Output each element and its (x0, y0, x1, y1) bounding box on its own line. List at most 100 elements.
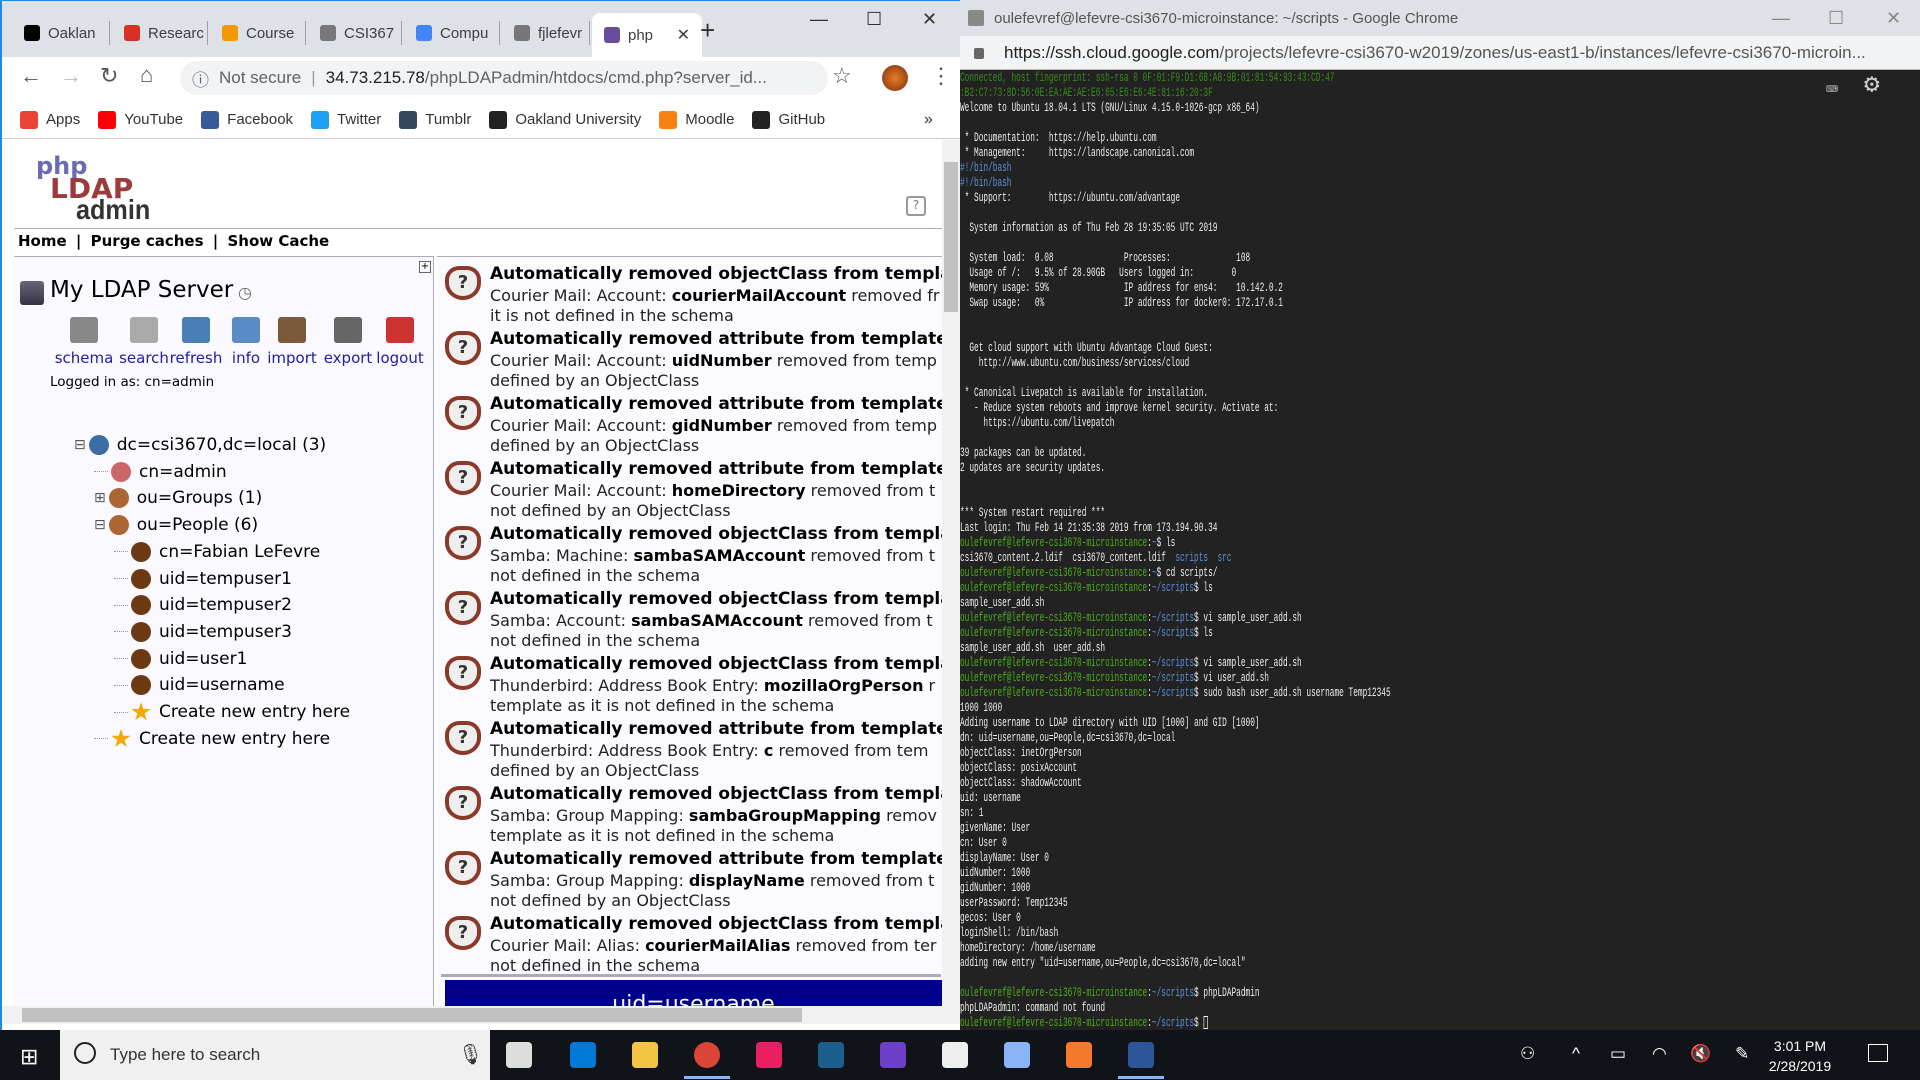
purge-caches-link[interactable]: Purge caches (91, 232, 204, 250)
unity-taskbar-icon[interactable] (942, 1042, 968, 1068)
chrome-app-taskbar-icon[interactable] (756, 1042, 782, 1068)
address-bar[interactable]: ⓘ Not secure | 34.73.215.78 /phpLDAPadmi… (180, 61, 828, 95)
microphone-icon[interactable]: 🎙 (458, 1042, 483, 1067)
home-button[interactable]: ⌂ (140, 62, 153, 88)
home-link[interactable]: Home (18, 232, 67, 250)
tree-node[interactable]: uid=tempuser1 (114, 568, 292, 589)
forward-button[interactable]: → (60, 63, 82, 89)
wifi-icon[interactable]: ◠ (1652, 1044, 1667, 1064)
url-host: https://ssh.cloud.google.com (1004, 42, 1220, 62)
tree-connector (94, 471, 108, 473)
battery-icon[interactable]: ▭ (1610, 1044, 1626, 1064)
volume-muted-icon[interactable]: 🔇 (1690, 1044, 1711, 1064)
server-name[interactable]: My LDAP Server (50, 277, 233, 303)
scrollbar-thumb[interactable] (22, 1008, 802, 1022)
back-button[interactable]: ← (20, 63, 42, 89)
blender-taskbar-icon[interactable] (1066, 1042, 1092, 1068)
tab[interactable]: Compu (404, 21, 500, 45)
tree-node-label: uid=tempuser3 (159, 621, 292, 642)
bookmark-youtube[interactable]: YouTube (98, 110, 183, 129)
import-button[interactable]: import (262, 317, 322, 367)
info-icon[interactable]: ⓘ (192, 66, 209, 91)
word-taskbar-icon[interactable] (1118, 1042, 1164, 1079)
bookmark-star-icon[interactable]: ☆ (832, 63, 852, 89)
tree-node[interactable]: uid=username (114, 675, 285, 696)
store-taskbar-icon[interactable] (570, 1042, 596, 1068)
more-bookmarks-button[interactable]: » (924, 111, 933, 129)
tree-node[interactable]: cn=admin (94, 461, 227, 482)
settings-gear-icon[interactable]: ⚙ (1864, 72, 1880, 98)
terminal[interactable]: Connected, host fingerprint: ssh-rsa 0 0… (960, 70, 1920, 1030)
message-item: uidNumber (671, 351, 772, 370)
3d-viewer-taskbar-icon[interactable] (1004, 1042, 1030, 1068)
tree-node[interactable]: Create new entry here (94, 728, 330, 749)
file-explorer-taskbar-icon[interactable] (632, 1042, 658, 1068)
bookmark-twitter[interactable]: Twitter (311, 110, 381, 129)
bookmark-tumblr[interactable]: Tumblr (399, 110, 471, 129)
bookmark-oakland-university[interactable]: Oakland University (489, 110, 641, 129)
close-window-button[interactable]: ✕ (922, 9, 937, 30)
tab[interactable]: Course (210, 21, 306, 45)
task-view-taskbar-icon[interactable] (506, 1042, 532, 1068)
github-taskbar-icon[interactable] (880, 1042, 906, 1068)
menu-icon[interactable]: ⋮ (930, 63, 952, 89)
tree-node[interactable]: uid=tempuser3 (114, 621, 292, 642)
vertical-scrollbar[interactable] (942, 140, 960, 1006)
keyboard-icon[interactable]: ⌨ (1826, 82, 1838, 102)
start-button[interactable]: ⊞ (20, 1044, 38, 1070)
help-icon[interactable]: ? (906, 196, 926, 216)
taskbar-search-box[interactable]: Type here to search 🎙 (60, 1030, 490, 1080)
tab[interactable]: php ✕ (592, 13, 702, 57)
bookmark-apps[interactable]: Apps (20, 110, 80, 129)
people-icon[interactable]: ⚇ (1520, 1044, 1535, 1064)
new-tab-button[interactable]: + (700, 15, 715, 46)
scrollbar-thumb[interactable] (944, 162, 958, 312)
steam-taskbar-icon[interactable] (818, 1042, 844, 1068)
tree-node[interactable]: cn=Fabian LeFevre (114, 541, 320, 562)
minimize-button[interactable]: — (810, 9, 828, 30)
message-text: it is not defined in the schema (490, 306, 734, 325)
profile-avatar[interactable] (882, 65, 908, 91)
logout-button[interactable]: logout (370, 317, 430, 367)
maximize-button[interactable]: ☐ (866, 9, 882, 30)
show-cache-link[interactable]: Show Cache (227, 232, 329, 250)
tree-node[interactable]: ⊟ ou=People (6) (94, 515, 258, 536)
pen-icon[interactable]: ✎ (1735, 1044, 1749, 1064)
minimize-button[interactable]: — (1772, 8, 1790, 29)
tree-node[interactable]: ⊞ ou=Groups (1) (94, 488, 262, 509)
tab[interactable]: Researc (112, 21, 208, 45)
terminal-text: System information as of Thu Feb 28 19:3… (960, 220, 1218, 235)
message-text: removed from t (805, 481, 936, 500)
maximize-button[interactable]: ☐ (1828, 8, 1844, 29)
bookmark-facebook[interactable]: Facebook (201, 110, 293, 129)
tab[interactable]: Oaklan (12, 21, 110, 45)
tree-node[interactable]: uid=user1 (114, 648, 247, 669)
search-button[interactable]: search (114, 317, 174, 367)
bookmark-moodle[interactable]: Moodle (659, 110, 734, 129)
terminal-text: $ vi user_add.sh (1194, 670, 1269, 685)
tree-node[interactable]: ⊟ dc=csi3670,dc=local (3) (74, 435, 326, 455)
terminal-line: Usage of /: 9.5% of 28.90GB Users logged… (960, 265, 1920, 280)
close-tab-icon[interactable]: ✕ (677, 25, 690, 45)
schema-button[interactable]: schema (54, 317, 114, 367)
tree-node[interactable]: Create new entry here (114, 702, 350, 722)
expand-toggle-icon[interactable]: ⊟ (74, 437, 86, 453)
chrome-taskbar-icon[interactable] (684, 1042, 730, 1079)
notifications-icon[interactable] (1868, 1044, 1888, 1062)
reload-button[interactable]: ↻ (100, 63, 118, 89)
expand-toggle-icon[interactable]: ⊟ (94, 517, 106, 533)
export-button[interactable]: export (318, 317, 378, 367)
logout-icon (386, 317, 414, 343)
horizontal-scrollbar[interactable] (2, 1006, 960, 1024)
clock[interactable]: 3:01 PM 2/28/2019 (1760, 1036, 1840, 1076)
refresh-icon (182, 317, 210, 343)
expand-toggle-icon[interactable]: ⊞ (94, 490, 106, 506)
tab[interactable]: CSI367 (308, 21, 402, 45)
address-bar[interactable]: https://ssh.cloud.google.com/projects/le… (960, 36, 1920, 70)
tree-node[interactable]: uid=tempuser2 (114, 595, 292, 616)
tab[interactable]: fjlefevr (502, 21, 590, 45)
close-window-button[interactable]: ✕ (1886, 8, 1901, 29)
expand-panel-icon[interactable]: + (419, 261, 431, 273)
bookmark-github[interactable]: GitHub (752, 110, 825, 129)
show-hidden-icons-chevron[interactable]: ^ (1572, 1044, 1580, 1064)
